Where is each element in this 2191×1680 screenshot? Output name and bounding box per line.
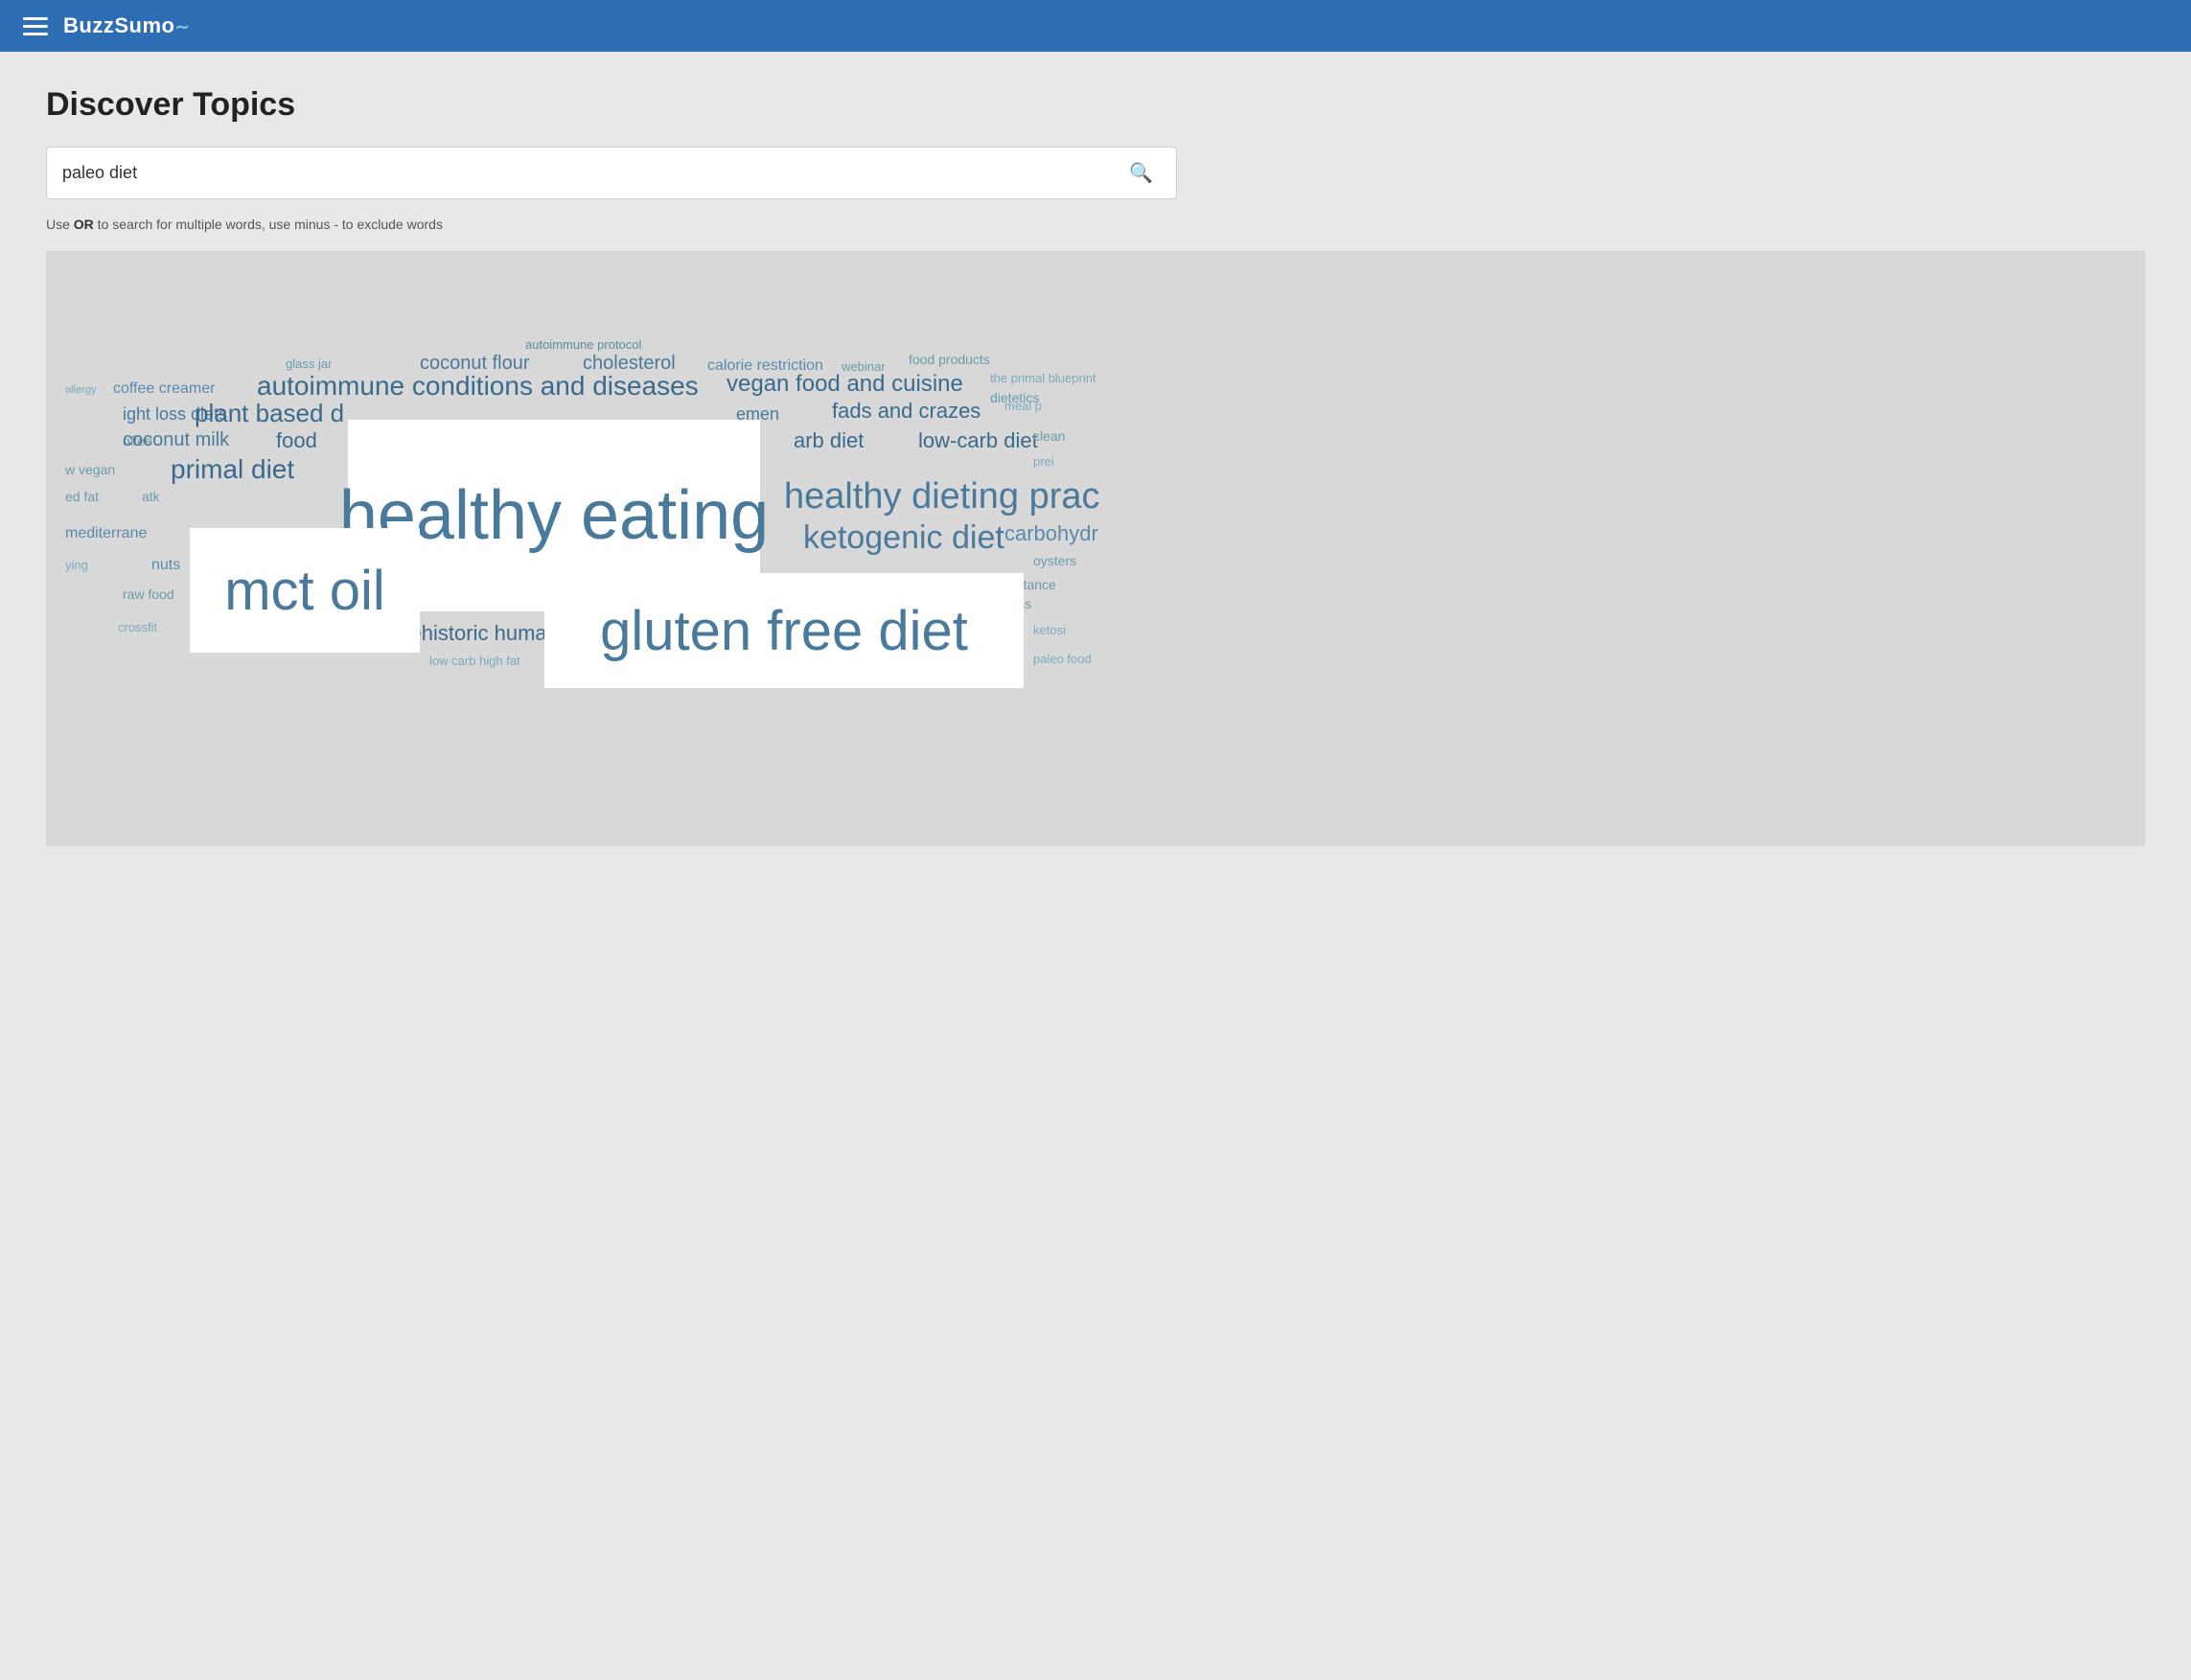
word-cloud-word[interactable]: primal diet [171,455,294,485]
search-icon: 🔍 [1129,163,1153,184]
word-cloud-word[interactable]: autoimmune protocol [525,338,641,352]
highlight-box[interactable]: mct oil [190,528,420,653]
word-cloud-word[interactable]: prei [1033,455,1054,469]
word-cloud-word[interactable]: mediterrane [65,525,147,542]
word-cloud-word[interactable]: the primal blueprint [990,372,1096,385]
word-cloud-word[interactable]: plant based d [195,400,344,427]
word-cloud-word[interactable]: clean [1033,429,1065,444]
word-cloud-word[interactable]: vegan food and cuisine [726,372,963,397]
word-cloud-word[interactable]: food products [909,353,990,367]
search-button[interactable]: 🔍 [1121,157,1161,189]
hint-before: Use [46,217,74,232]
word-cloud-area: autoimmune protocolglass jarcoconut flou… [46,252,2145,846]
wifi-icon: ∼ [174,17,190,36]
word-cloud-word[interactable]: glass jar [286,357,332,371]
word-cloud-word[interactable]: ed fat [65,490,99,504]
word-cloud-word[interactable]: paleo food [1033,653,1092,666]
word-cloud-word[interactable]: crossfit [118,621,157,634]
highlight-text: gluten free diet [600,599,968,663]
word-cloud-word[interactable]: coconut milk [123,429,229,450]
word-cloud-word[interactable]: arb diet [794,429,864,452]
main-content: Discover Topics 🔍 Use OR to search for m… [0,52,2191,846]
logo-text: BuzzSumo [63,13,174,37]
page-title: Discover Topics [46,86,2145,124]
hint-or: OR [74,217,94,232]
search-input[interactable] [62,163,1121,183]
logo: BuzzSumo∼ [63,13,190,38]
highlight-text: mct oil [224,559,385,623]
word-cloud-word[interactable]: allergy [65,384,96,396]
word-cloud-word[interactable]: low carb high fat [429,655,520,668]
word-cloud-word[interactable]: fads and crazes [832,400,980,423]
word-cloud-word[interactable]: ketosi [1033,624,1066,637]
word-cloud-inner: autoimmune protocolglass jarcoconut flou… [65,281,2126,817]
word-cloud-word[interactable]: food [276,429,317,452]
word-cloud-word[interactable]: meal p [1004,400,1042,413]
word-cloud-word[interactable]: coffee creamer [113,380,215,398]
word-cloud-word[interactable]: low-carb diet [918,429,1038,452]
word-cloud-word[interactable]: oysters [1033,554,1076,568]
header: BuzzSumo∼ [0,0,2191,52]
word-cloud-word[interactable]: ketogenic diet [803,520,1004,556]
word-cloud-word[interactable]: healthy dieting prac [784,477,1100,518]
word-cloud-word[interactable]: ying [65,559,88,572]
hint-text: Use OR to search for multiple words, use… [46,217,2145,232]
highlight-box[interactable]: gluten free diet [544,573,1024,688]
word-cloud-word[interactable]: carbohydr [1004,522,1098,545]
word-cloud-word[interactable]: raw food [123,587,174,602]
hint-after: to search for multiple words, use minus … [94,217,443,232]
search-container: 🔍 [46,147,1177,199]
word-cloud-word[interactable]: nuts [151,557,180,574]
word-cloud-word[interactable]: autoimmune conditions and diseases [257,372,699,402]
word-cloud-word[interactable]: w vegan [65,463,115,477]
word-cloud-word[interactable]: atk [142,490,160,504]
menu-icon[interactable] [23,17,48,35]
